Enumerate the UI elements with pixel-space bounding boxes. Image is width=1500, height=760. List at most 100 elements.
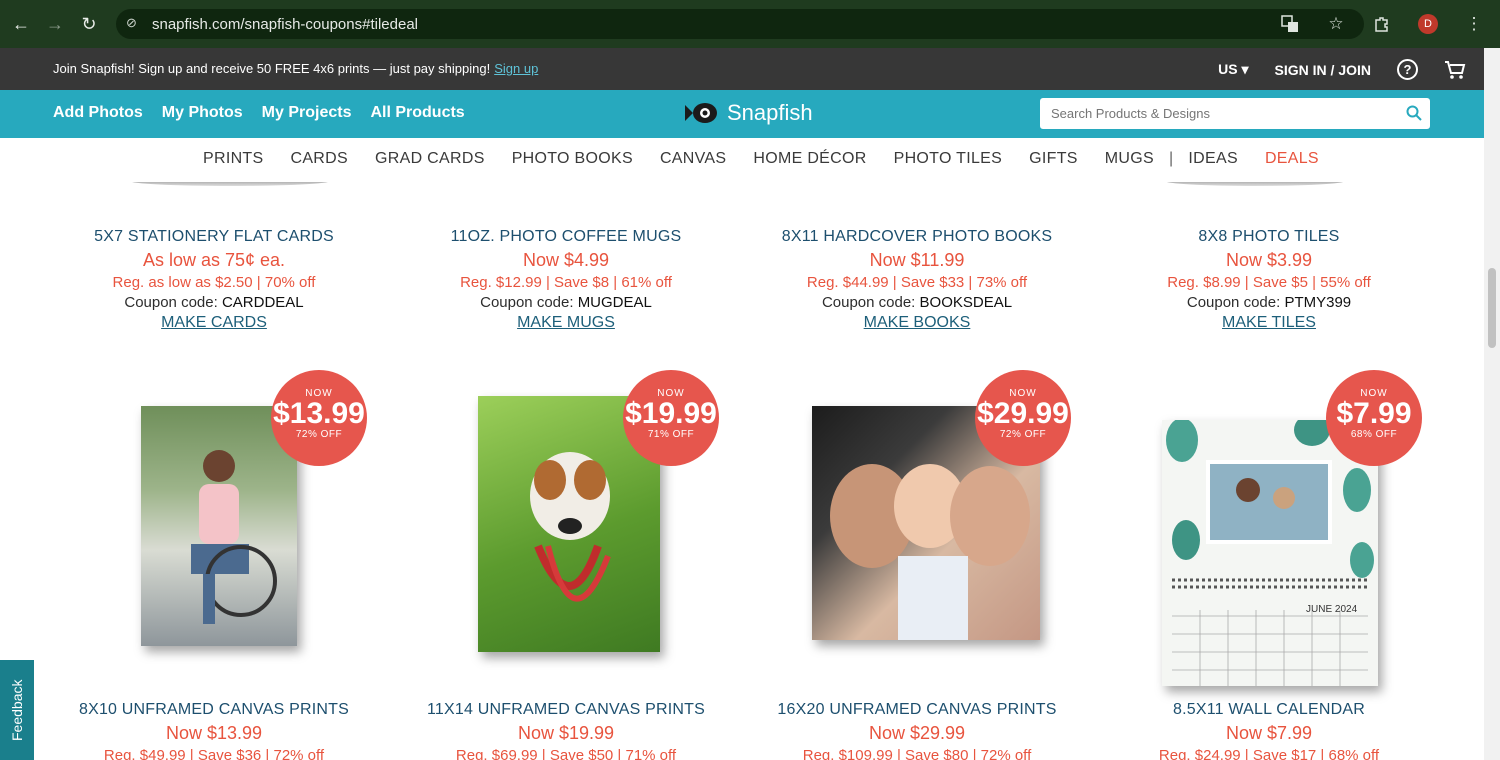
product-reg-price: Reg. $12.99 | Save $8 | 61% off xyxy=(460,274,672,291)
make-cards-link[interactable]: MAKE CARDS xyxy=(49,314,379,332)
profile-avatar[interactable]: D xyxy=(1412,8,1444,40)
back-icon[interactable]: ← xyxy=(4,7,38,41)
coupon-code: BOOKSDEAL xyxy=(919,294,1013,311)
product-now-price: As low as 75¢ ea. xyxy=(142,250,286,270)
cat-canvas[interactable]: CANVAS xyxy=(660,150,726,168)
badge-price: $13.99 xyxy=(273,397,365,430)
bookmark-star-icon[interactable]: ☆ xyxy=(1320,8,1352,40)
cat-deals[interactable]: DEALS xyxy=(1265,150,1319,168)
nav-all-products[interactable]: All Products xyxy=(370,104,464,122)
forward-icon[interactable]: → xyxy=(38,7,72,41)
product-card: 8X10 UNFRAMED CANVAS PRINTS Now $13.99 R… xyxy=(49,701,379,760)
product-card: 8X11 HARDCOVER PHOTO BOOKS Now $11.99 Re… xyxy=(752,228,1082,332)
region-selector[interactable]: US ▾ xyxy=(1218,61,1248,78)
product-title: 8X11 HARDCOVER PHOTO BOOKS xyxy=(781,228,1053,245)
nav-my-projects[interactable]: My Projects xyxy=(262,104,352,122)
make-tiles-link[interactable]: MAKE TILES xyxy=(1104,314,1434,332)
product-reg-price: Reg. $24.99 | Save $17 | 68% off xyxy=(1158,747,1380,760)
cat-photo-tiles[interactable]: PHOTO TILES xyxy=(894,150,1003,168)
cat-home-decor[interactable]: HOME DÉCOR xyxy=(753,150,866,168)
product-now-price: Now $7.99 xyxy=(1225,723,1313,743)
help-icon[interactable]: ? xyxy=(1397,59,1418,80)
reload-icon[interactable]: ↻ xyxy=(72,7,106,41)
person-illustration xyxy=(191,450,277,624)
badge-off: 68% OFF xyxy=(1350,429,1398,440)
product-title[interactable]: 8X10 UNFRAMED CANVAS PRINTS xyxy=(49,701,379,719)
product-title: 11OZ. PHOTO COFFEE MUGS xyxy=(450,228,682,245)
calendar-illustration xyxy=(1166,414,1374,686)
page-scrollbar[interactable] xyxy=(1484,48,1500,760)
badge-off: 72% OFF xyxy=(295,429,343,440)
cart-icon[interactable] xyxy=(1444,60,1466,80)
product-now-price: Now $11.99 xyxy=(869,250,965,270)
url-text: snapfish.com/snapfish-coupons#tiledeal xyxy=(152,15,418,33)
product-card: 8X8 PHOTO TILES Now $3.99 Reg. $8.99 | S… xyxy=(1104,228,1434,332)
site-info-icon[interactable]: ⊘ xyxy=(126,15,144,33)
coupon-label: Coupon code: xyxy=(1186,294,1281,311)
make-mugs-link[interactable]: MAKE MUGS xyxy=(401,314,731,332)
price-badge: NOW $13.99 72% OFF xyxy=(271,370,367,466)
product-reg-price: Reg. $8.99 | Save $5 | 55% off xyxy=(1167,274,1371,291)
nav-divider: | xyxy=(1168,150,1174,167)
nav-my-photos[interactable]: My Photos xyxy=(162,104,243,122)
product-reg-price: Reg. $69.99 | Save $50 | 71% off xyxy=(455,747,677,760)
feedback-tab[interactable]: Feedback xyxy=(0,660,34,760)
product-title: 8X8 PHOTO TILES xyxy=(1198,228,1340,245)
product-image-edge xyxy=(130,182,330,186)
cat-gifts[interactable]: GIFTS xyxy=(1029,150,1078,168)
cat-cards[interactable]: CARDS xyxy=(290,150,348,168)
scrollbar-thumb[interactable] xyxy=(1488,268,1496,348)
snapfish-logo[interactable]: Snapfish xyxy=(683,100,813,126)
coupon-line: Coupon code: PTMY399 xyxy=(1104,294,1434,311)
product-card: 5X7 STATIONERY FLAT CARDS As low as 75¢ … xyxy=(49,228,379,332)
badge-off: 71% OFF xyxy=(647,429,695,440)
product-image-edge xyxy=(1165,182,1345,186)
coupon-line: Coupon code: CARDDEAL xyxy=(49,294,379,311)
wall-calendar-image[interactable]: JUNE 2024 xyxy=(1162,414,1378,686)
product-title[interactable]: 8.5X11 WALL CALENDAR xyxy=(1104,701,1434,719)
promo-text: Join Snapfish! Sign up and receive 50 FR… xyxy=(53,61,491,76)
category-nav: PRINTS CARDS GRAD CARDS PHOTO BOOKS CANV… xyxy=(0,138,1484,182)
product-card: 11OZ. PHOTO COFFEE MUGS Now $4.99 Reg. $… xyxy=(401,228,731,332)
price-badge: NOW $7.99 68% OFF xyxy=(1326,370,1422,466)
signin-link[interactable]: SIGN IN / JOIN xyxy=(1275,62,1371,78)
product-now-price: Now $29.99 xyxy=(868,723,966,743)
product-card: 11X14 UNFRAMED CANVAS PRINTS Now $19.99 … xyxy=(401,701,731,760)
cat-prints[interactable]: PRINTS xyxy=(203,150,263,168)
signup-link[interactable]: Sign up xyxy=(494,61,538,76)
product-now-price: Now $19.99 xyxy=(517,723,615,743)
coupon-label: Coupon code: xyxy=(124,294,218,311)
coupon-label: Coupon code: xyxy=(480,294,574,311)
promo-bar: Join Snapfish! Sign up and receive 50 FR… xyxy=(0,48,1484,90)
main-nav: Add Photos My Photos My Projects All Pro… xyxy=(0,90,1484,138)
coupon-label: Coupon code: xyxy=(821,294,916,311)
deals-content: 5X7 STATIONERY FLAT CARDS As low as 75¢ … xyxy=(0,182,1484,760)
coupon-line: Coupon code: BOOKSDEAL xyxy=(752,294,1082,311)
canvas-8x10-image[interactable] xyxy=(141,406,297,646)
menu-kebab-icon[interactable]: ⋮ xyxy=(1458,8,1490,40)
nav-add-photos[interactable]: Add Photos xyxy=(53,104,143,122)
product-title[interactable]: 11X14 UNFRAMED CANVAS PRINTS xyxy=(401,701,731,719)
product-title[interactable]: 16X20 UNFRAMED CANVAS PRINTS xyxy=(752,701,1082,719)
cat-grad-cards[interactable]: GRAD CARDS xyxy=(375,150,485,168)
cat-ideas[interactable]: IDEAS xyxy=(1188,150,1238,168)
make-books-link[interactable]: MAKE BOOKS xyxy=(752,314,1082,332)
extensions-icon[interactable] xyxy=(1366,8,1398,40)
product-card: 8.5X11 WALL CALENDAR Now $7.99 Reg. $24.… xyxy=(1104,701,1434,760)
search-icon[interactable] xyxy=(1406,105,1422,121)
cat-mugs[interactable]: MUGS xyxy=(1105,150,1154,168)
address-bar[interactable]: ⊘ snapfish.com/snapfish-coupons#tiledeal xyxy=(116,9,1364,39)
badge-off: 72% OFF xyxy=(999,429,1047,440)
cat-photo-books[interactable]: PHOTO BOOKS xyxy=(512,150,633,168)
coupon-line: Coupon code: MUGDEAL xyxy=(401,294,731,311)
badge-price: $7.99 xyxy=(1336,397,1412,430)
logo-text: Snapfish xyxy=(727,100,813,125)
translate-icon[interactable] xyxy=(1274,8,1306,40)
coupon-code: MUGDEAL xyxy=(577,294,652,311)
browser-toolbar: ← → ↻ ⊘ snapfish.com/snapfish-coupons#ti… xyxy=(0,0,1500,48)
search-input[interactable] xyxy=(1040,98,1390,129)
product-title: 5X7 STATIONERY FLAT CARDS xyxy=(94,228,334,245)
product-card: 16X20 UNFRAMED CANVAS PRINTS Now $29.99 … xyxy=(752,701,1082,760)
badge-price: $29.99 xyxy=(977,397,1069,430)
coupon-code: CARDDEAL xyxy=(221,294,304,311)
